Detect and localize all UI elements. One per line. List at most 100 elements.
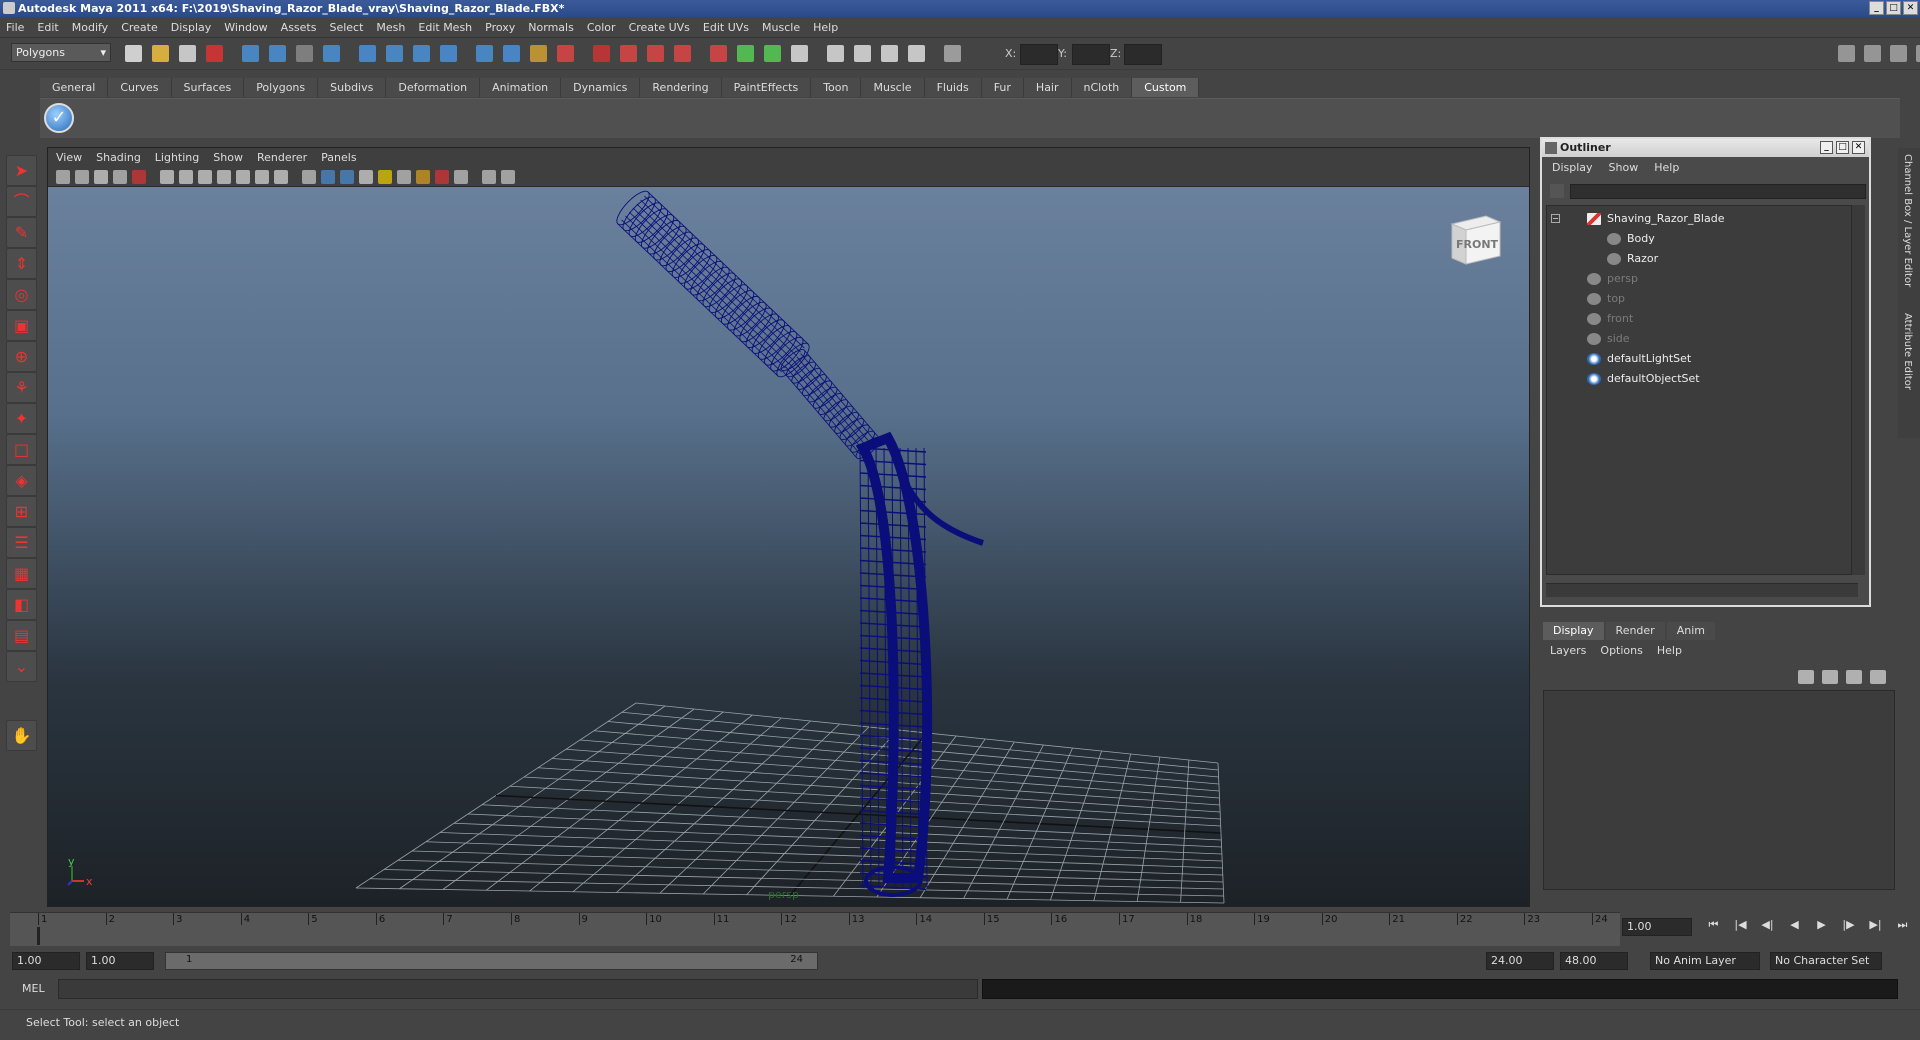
shelf-tab-ncloth[interactable]: nCloth <box>1071 78 1133 97</box>
checkmark-shelf-icon[interactable]: ✓ <box>44 103 74 133</box>
range-slider[interactable]: 1 24 <box>165 952 818 970</box>
channel-box-tab[interactable]: Channel Box / Layer Editor <box>1902 154 1913 287</box>
toolbar-icon-24[interactable] <box>791 45 808 62</box>
step-back-key-button[interactable]: |◀ <box>1727 918 1754 936</box>
viewport-toolbar-icon-18[interactable] <box>397 170 411 184</box>
layer-menu-options[interactable]: Options <box>1600 644 1642 657</box>
outliner-item-body[interactable]: Body <box>1547 230 1847 248</box>
toolbar-icon-8[interactable] <box>323 45 340 62</box>
toolbar-icon-17[interactable] <box>593 45 610 62</box>
viewport-toolbar-icon-20[interactable] <box>435 170 449 184</box>
toolbar-icon-5[interactable] <box>242 45 259 62</box>
layout-more-icon[interactable]: ⌄ <box>6 651 37 682</box>
menu-normals[interactable]: Normals <box>528 21 574 34</box>
toolbar-icon-9[interactable] <box>359 45 376 62</box>
toolbar-icon-7[interactable] <box>296 45 313 62</box>
select-tool-icon[interactable]: ➤ <box>6 155 37 186</box>
single-pane-layout-icon[interactable]: ◈ <box>6 465 37 496</box>
hypershade-layout-icon[interactable]: ◧ <box>6 589 37 620</box>
move-tool-icon[interactable]: ⇕ <box>6 248 37 279</box>
menu-edit-uvs[interactable]: Edit UVs <box>703 21 749 34</box>
manipulator-tool-icon[interactable]: ⊕ <box>6 341 37 372</box>
shelf-tab-muscle[interactable]: Muscle <box>861 78 925 97</box>
viewport-toolbar-icon-21[interactable] <box>454 170 468 184</box>
menu-window[interactable]: Window <box>224 21 267 34</box>
viewport-toolbar-icon-11[interactable] <box>255 170 269 184</box>
toolbar-icon-29[interactable] <box>944 45 961 62</box>
command-input[interactable] <box>58 979 978 999</box>
layout-icon-3[interactable] <box>1890 45 1907 62</box>
toolbar-icon-13[interactable] <box>476 45 493 62</box>
outliner-item-persp[interactable]: persp <box>1547 270 1847 288</box>
layer-tab-render[interactable]: Render <box>1605 622 1665 640</box>
toolbar-icon-18[interactable] <box>620 45 637 62</box>
step-back-frame-button[interactable]: ◀| <box>1754 918 1781 936</box>
graph-layout-icon[interactable]: ▦ <box>6 558 37 589</box>
outliner-filter-icon[interactable] <box>1550 184 1564 198</box>
viewport-toolbar-icon-10[interactable] <box>236 170 250 184</box>
outliner-item-razor[interactable]: Razor <box>1547 250 1847 268</box>
menu-mesh[interactable]: Mesh <box>376 21 405 34</box>
outliner-layout-icon[interactable]: ☰ <box>6 527 37 558</box>
lasso-tool-icon[interactable]: ⌒ <box>6 186 37 217</box>
new-layer-icon[interactable] <box>1798 670 1814 684</box>
viewport-menu-lighting[interactable]: Lighting <box>155 151 199 164</box>
viewport-toolbar-icon-12[interactable] <box>274 170 288 184</box>
shelf-tab-painteffects[interactable]: PaintEffects <box>721 78 812 97</box>
move-up-layer-icon[interactable] <box>1846 670 1862 684</box>
viewport-toolbar-icon-6[interactable] <box>160 170 174 184</box>
viewport-toolbar-icon-17[interactable] <box>378 170 392 184</box>
menu-modify[interactable]: Modify <box>72 21 108 34</box>
viewport-toolbar-icon-9[interactable] <box>217 170 231 184</box>
toolbar-icon-25[interactable] <box>827 45 844 62</box>
outliner-menu-display[interactable]: Display <box>1552 161 1593 174</box>
viewport-toolbar-icon-4[interactable] <box>113 170 127 184</box>
shelf-tab-general[interactable]: General <box>40 78 109 97</box>
shelf-tab-subdivs[interactable]: Subdivs <box>318 78 387 97</box>
viewport-toolbar-icon-13[interactable] <box>302 170 316 184</box>
layer-tab-anim[interactable]: Anim <box>1666 622 1715 640</box>
step-forward-frame-button[interactable]: |▶ <box>1835 918 1862 936</box>
menu-select[interactable]: Select <box>329 21 363 34</box>
toolbar-icon-21[interactable] <box>710 45 727 62</box>
script-layout-icon[interactable]: ▤ <box>6 620 37 651</box>
outliner-item-top[interactable]: top <box>1547 290 1847 308</box>
menu-assets[interactable]: Assets <box>281 21 317 34</box>
shelf-tab-rendering[interactable]: Rendering <box>640 78 722 97</box>
toolbar-icon-12[interactable] <box>440 45 457 62</box>
close-button[interactable]: ✕ <box>1903 1 1918 15</box>
toolbar-icon-4[interactable] <box>206 45 223 62</box>
toolbar-icon-2[interactable] <box>152 45 169 62</box>
character-set-dropdown[interactable]: No Character Set <box>1770 952 1882 970</box>
menu-muscle[interactable]: Muscle <box>762 21 800 34</box>
toolbar-icon-15[interactable] <box>530 45 547 62</box>
time-slider[interactable]: 1 2 3 4 5 6 7 8 9 10 11 12 13 14 15 16 17 18 19 20 21 22 23 24 <box>10 912 1620 946</box>
show-manipulator-tool-icon[interactable]: ✦ <box>6 403 37 434</box>
toolbar-icon-3[interactable] <box>179 45 196 62</box>
toolbar-icon-1[interactable] <box>125 45 142 62</box>
layer-menu-help[interactable]: Help <box>1657 644 1682 657</box>
go-to-end-button[interactable]: ⏭ <box>1889 918 1916 936</box>
menu-file[interactable]: File <box>6 21 24 34</box>
attribute-editor-tab[interactable]: Attribute Editor <box>1902 313 1913 390</box>
outliner-item-defaultobjectset[interactable]: defaultObjectSet <box>1547 370 1847 388</box>
viewport-menu-view[interactable]: View <box>56 151 82 164</box>
menu-proxy[interactable]: Proxy <box>485 21 515 34</box>
viewport-toolbar-icon-16[interactable] <box>359 170 373 184</box>
playback-start-field[interactable]: 1.00 <box>86 952 154 970</box>
menu-display[interactable]: Display <box>171 21 212 34</box>
shelf-tab-custom[interactable]: Custom <box>1132 78 1200 97</box>
shelf-tab-toon[interactable]: Toon <box>811 78 862 97</box>
outliner-maximize-button[interactable]: □ <box>1836 141 1849 154</box>
toolbar-icon-14[interactable] <box>503 45 520 62</box>
menu-edit-mesh[interactable]: Edit Mesh <box>418 21 472 34</box>
collapse-toggle-icon[interactable]: − <box>1551 214 1560 223</box>
outliner-menu-show[interactable]: Show <box>1609 161 1639 174</box>
step-forward-key-button[interactable]: ▶| <box>1862 918 1889 936</box>
viewport-toolbar-icon-14[interactable] <box>321 170 335 184</box>
menu-edit[interactable]: Edit <box>37 21 58 34</box>
shelf-tab-fluids[interactable]: Fluids <box>924 78 982 97</box>
toolbar-icon-28[interactable] <box>908 45 925 62</box>
outliner-item-front[interactable]: front <box>1547 310 1847 328</box>
x-coordinate-field[interactable] <box>1020 44 1058 65</box>
